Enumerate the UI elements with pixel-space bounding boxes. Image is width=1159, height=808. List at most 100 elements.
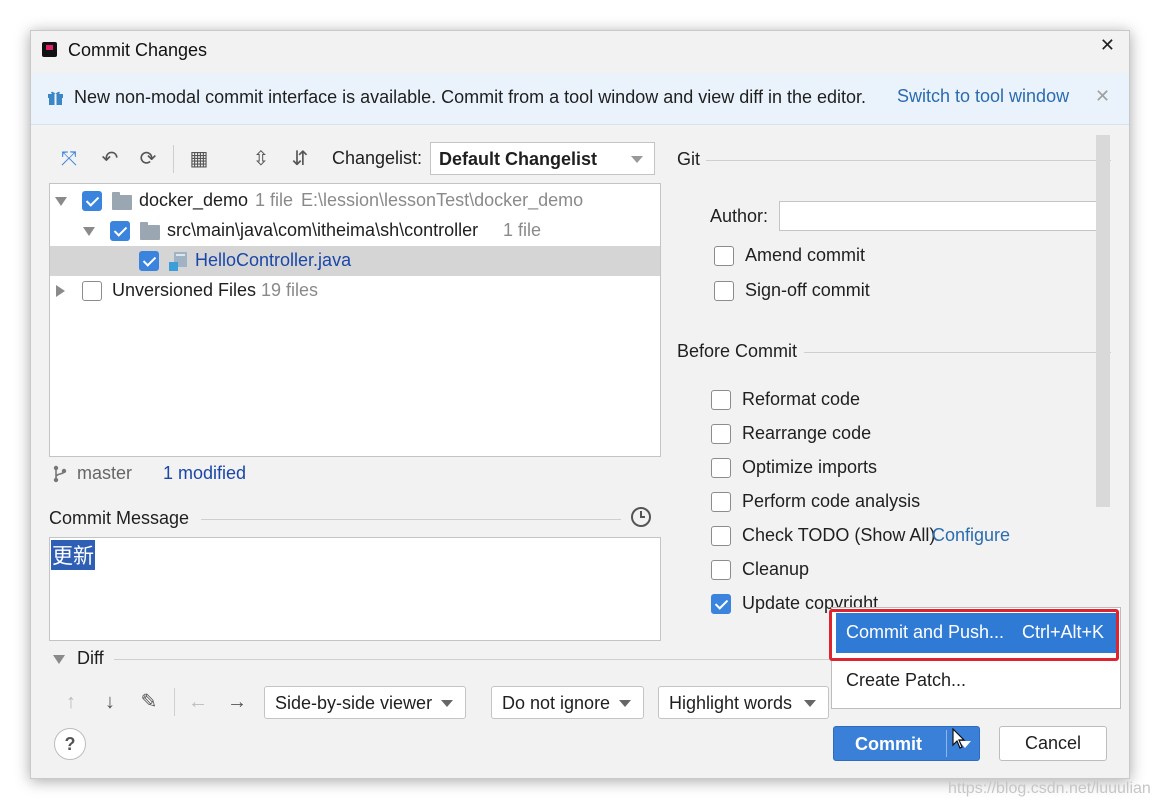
check-todo-label: Check TODO (Show All) bbox=[742, 525, 936, 545]
optimize-imports-label: Optimize imports bbox=[742, 457, 878, 477]
git-section-title: Git bbox=[677, 149, 701, 169]
refresh-icon[interactable]: ⟳ bbox=[137, 148, 159, 170]
tree-package-name: src\main\java\com\itheima\sh\controller bbox=[167, 220, 479, 240]
ignore-whitespace-select[interactable]: Do not ignore bbox=[491, 686, 644, 719]
folder-icon bbox=[140, 222, 160, 240]
git-branch-icon bbox=[53, 465, 67, 483]
viewer-mode-value: Side-by-side viewer bbox=[275, 693, 433, 713]
java-class-icon bbox=[169, 252, 187, 271]
diff-expand-arrow-icon[interactable] bbox=[53, 655, 65, 664]
back-arrow-icon[interactable]: ← bbox=[187, 691, 209, 713]
show-diff-icon[interactable]: ⤧ bbox=[58, 148, 80, 170]
tree-row-root[interactable]: docker_demo 1 file E:\lession\lessonTest… bbox=[50, 186, 660, 216]
checkbox-package[interactable] bbox=[110, 221, 130, 241]
commit-and-push-shortcut: Ctrl+Alt+K bbox=[1021, 622, 1104, 642]
tree-root-path: E:\lession\lessonTest\docker_demo bbox=[301, 190, 584, 210]
banner-text: New non-modal commit interface is availa… bbox=[74, 87, 867, 107]
optimize-imports-checkbox[interactable] bbox=[711, 458, 731, 478]
sign-off-commit-checkbox[interactable] bbox=[714, 281, 734, 301]
highlight-mode-value: Highlight words bbox=[669, 693, 793, 713]
previous-difference-icon[interactable]: ↑ bbox=[60, 691, 82, 713]
divider bbox=[706, 160, 1111, 161]
checkbox-file[interactable] bbox=[139, 251, 159, 271]
collapse-all-icon[interactable]: ⇵ bbox=[289, 148, 311, 170]
author-input[interactable] bbox=[779, 201, 1103, 231]
configure-todo-link[interactable]: Configure bbox=[932, 525, 1010, 546]
chevron-down-icon bbox=[631, 156, 643, 163]
commit-and-push-label: Commit and Push... bbox=[846, 622, 1005, 642]
amend-commit-label: Amend commit bbox=[745, 245, 866, 265]
cleanup-checkbox[interactable] bbox=[711, 560, 731, 580]
expand-all-icon[interactable]: ⇳ bbox=[250, 148, 272, 170]
chevron-down-icon bbox=[619, 700, 631, 707]
checkbox-unversioned[interactable] bbox=[82, 281, 102, 301]
branch-name: master bbox=[77, 463, 133, 483]
toolbar-separator bbox=[174, 688, 175, 716]
tree-file-name: HelloController.java bbox=[195, 250, 352, 270]
mouse-cursor-icon bbox=[952, 728, 966, 749]
check-todo-checkbox[interactable] bbox=[711, 526, 731, 546]
tree-package-count: 1 file bbox=[503, 220, 542, 240]
close-window-icon[interactable]: ✕ bbox=[1100, 35, 1115, 56]
changes-tree: docker_demo 1 file E:\lession\lessonTest… bbox=[49, 183, 661, 457]
tree-root-count: 1 file bbox=[255, 190, 294, 210]
expand-arrow-icon[interactable] bbox=[83, 227, 95, 236]
switch-to-tool-window-link[interactable]: Switch to tool window bbox=[897, 86, 1069, 107]
edit-source-icon[interactable]: ✎ bbox=[138, 691, 160, 713]
tree-row-file[interactable]: HelloController.java bbox=[50, 246, 660, 276]
changelist-label: Changelist: bbox=[332, 148, 423, 168]
ignore-whitespace-value: Do not ignore bbox=[502, 693, 611, 713]
highlight-mode-select[interactable]: Highlight words bbox=[658, 686, 829, 719]
changelist-value: Default Changelist bbox=[439, 149, 598, 169]
tree-unversioned-count: 19 files bbox=[261, 280, 319, 300]
intellij-app-icon bbox=[42, 42, 57, 57]
next-difference-icon[interactable]: ↓ bbox=[99, 691, 121, 713]
help-button[interactable]: ? bbox=[54, 728, 86, 760]
sign-off-commit-label: Sign-off commit bbox=[745, 280, 870, 300]
tree-unversioned-name: Unversioned Files bbox=[112, 280, 257, 300]
collapsed-arrow-icon[interactable] bbox=[56, 285, 65, 297]
diff-section-title: Diff bbox=[77, 648, 104, 668]
cancel-button[interactable]: Cancel bbox=[999, 726, 1107, 761]
banner-close-icon[interactable]: ✕ bbox=[1095, 86, 1110, 107]
commit-and-push-menu-item[interactable]: Commit and Push... Ctrl+Alt+K bbox=[836, 613, 1116, 653]
divider bbox=[114, 659, 829, 660]
author-label: Author: bbox=[710, 206, 769, 226]
create-patch-menu-item[interactable]: Create Patch... bbox=[836, 661, 1116, 701]
group-by-icon[interactable]: ▦ bbox=[188, 148, 210, 170]
notification-banner: New non-modal commit interface is availa… bbox=[31, 73, 1129, 125]
window-title: Commit Changes bbox=[68, 40, 208, 60]
commit-message-text: 更新 bbox=[51, 540, 95, 570]
perform-code-analysis-checkbox[interactable] bbox=[711, 492, 731, 512]
commit-dialog: Commit Changes ✕ New non-modal commit in… bbox=[30, 30, 1130, 779]
amend-commit-checkbox[interactable] bbox=[714, 246, 734, 266]
viewer-mode-select[interactable]: Side-by-side viewer bbox=[264, 686, 466, 719]
title-bar: Commit Changes ✕ bbox=[31, 31, 1129, 71]
rearrange-code-checkbox[interactable] bbox=[711, 424, 731, 444]
reformat-code-label: Reformat code bbox=[742, 389, 861, 409]
create-patch-label: Create Patch... bbox=[846, 670, 967, 690]
tree-row-package[interactable]: src\main\java\com\itheima\sh\controller … bbox=[50, 216, 660, 246]
watermark-text: https://blog.csdn.net/luuulian bbox=[948, 780, 1151, 797]
perform-code-analysis-label: Perform code analysis bbox=[742, 491, 921, 511]
expand-arrow-icon[interactable] bbox=[55, 197, 67, 206]
tree-root-name: docker_demo bbox=[139, 190, 249, 210]
history-clock-icon[interactable] bbox=[630, 506, 652, 528]
options-scrollbar[interactable] bbox=[1096, 135, 1110, 507]
modified-count-link[interactable]: 1 modified bbox=[163, 463, 246, 484]
reformat-code-checkbox[interactable] bbox=[711, 390, 731, 410]
forward-arrow-icon[interactable]: → bbox=[226, 691, 248, 713]
chevron-down-icon bbox=[804, 700, 816, 707]
checkbox-root[interactable] bbox=[82, 191, 102, 211]
before-commit-section-title: Before Commit bbox=[677, 341, 798, 361]
update-copyright-checkbox[interactable] bbox=[711, 594, 731, 614]
tree-row-unversioned[interactable]: Unversioned Files 19 files bbox=[50, 276, 660, 306]
chevron-down-icon bbox=[441, 700, 453, 707]
divider bbox=[804, 352, 1111, 353]
changelist-select[interactable]: Default Changelist bbox=[430, 142, 655, 175]
gift-icon bbox=[48, 91, 63, 105]
cleanup-label: Cleanup bbox=[742, 559, 810, 579]
split-divider bbox=[946, 730, 947, 757]
commit-message-input[interactable]: 更新 bbox=[49, 537, 661, 641]
rollback-icon[interactable]: ↶ bbox=[99, 148, 121, 170]
